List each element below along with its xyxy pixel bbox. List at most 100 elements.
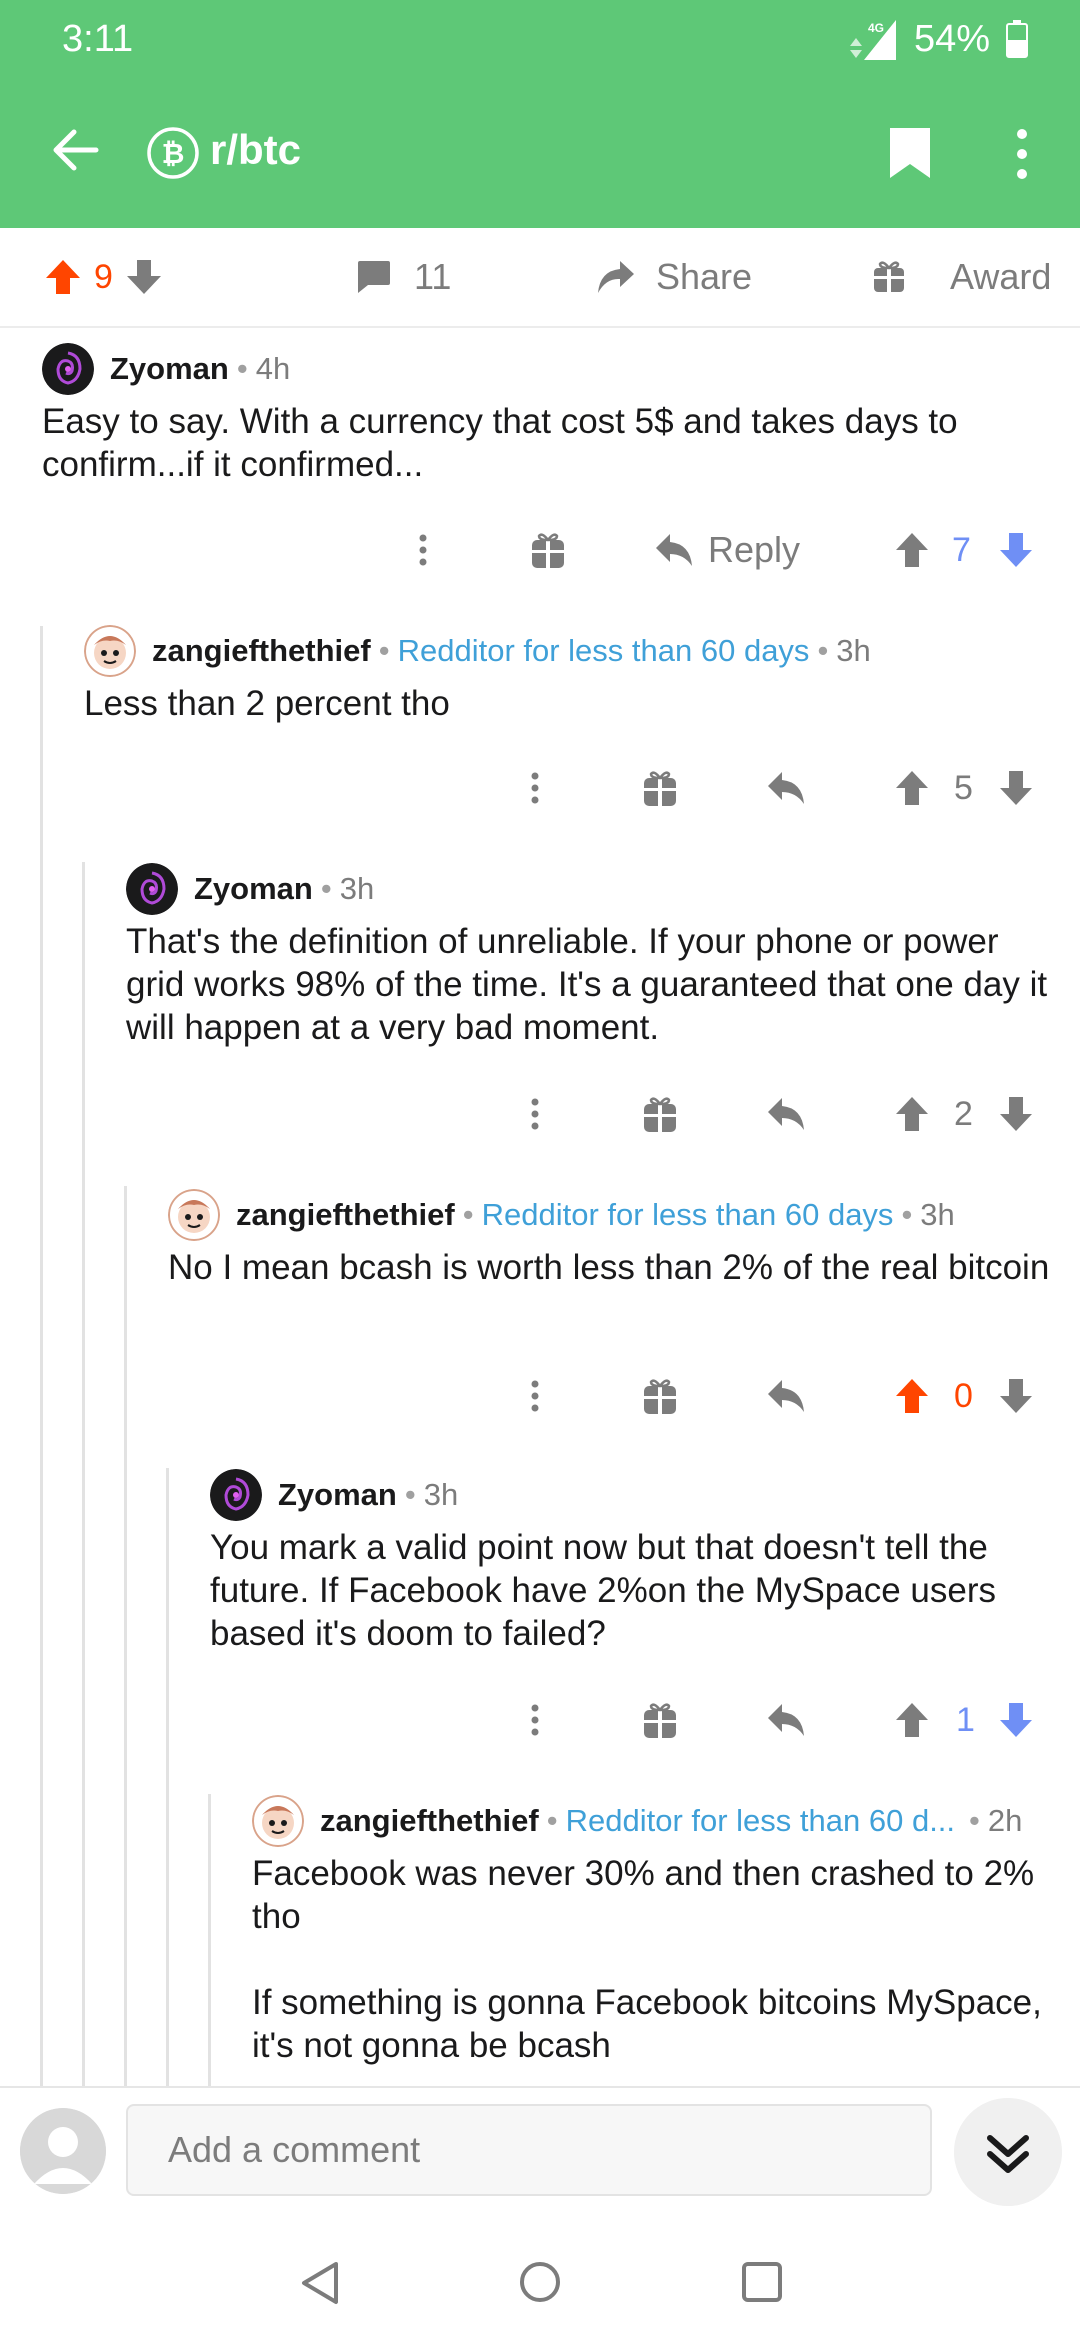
avatar[interactable] xyxy=(126,863,178,915)
gift-icon[interactable] xyxy=(642,1690,678,1750)
upvote-icon[interactable] xyxy=(894,1366,930,1426)
thread-line[interactable] xyxy=(40,626,43,2086)
downvote-icon[interactable] xyxy=(998,520,1034,580)
comment-icon xyxy=(358,261,390,293)
comment-author[interactable]: Zyoman xyxy=(278,1477,397,1513)
avatar[interactable] xyxy=(168,1189,220,1241)
thread-line[interactable] xyxy=(166,1468,169,2086)
nav-back-icon[interactable] xyxy=(298,2260,342,2306)
comment-actions: 0 xyxy=(0,1366,1080,1426)
app-header: 3:11 4G 54% ₿ r/btc xyxy=(0,0,1080,228)
comment-score: 2 xyxy=(954,1094,973,1133)
gift-icon[interactable] xyxy=(530,520,566,580)
gift-icon[interactable] xyxy=(642,1366,678,1426)
downvote-icon[interactable] xyxy=(125,258,163,296)
subreddit-name[interactable]: r/btc xyxy=(210,126,301,174)
comment-actions: 2 xyxy=(0,1084,1080,1144)
bookmark-icon[interactable] xyxy=(888,126,932,180)
separator-dot: • xyxy=(817,633,829,668)
avatar[interactable] xyxy=(252,1795,304,1847)
avatar[interactable] xyxy=(210,1469,262,1521)
status-time: 3:11 xyxy=(62,18,134,60)
more-icon[interactable] xyxy=(520,1690,550,1750)
separator-dot: • xyxy=(901,1197,913,1232)
upvote-icon[interactable] xyxy=(894,758,930,818)
chevron-double-down-icon[interactable] xyxy=(954,2098,1062,2206)
comment-header: Zyoman • 4h xyxy=(42,342,1042,396)
comment-body: You mark a valid point now but that does… xyxy=(210,1528,996,1653)
more-icon[interactable] xyxy=(408,520,438,580)
reply-icon[interactable] xyxy=(766,1084,806,1144)
upvote-icon[interactable] xyxy=(894,520,930,580)
thread-line[interactable] xyxy=(82,862,85,2086)
comment-composer-bar: Add a comment xyxy=(0,2086,1080,2222)
downvote-icon[interactable] xyxy=(998,758,1034,818)
more-icon[interactable] xyxy=(520,758,550,818)
comment-author[interactable]: zangiefthethief xyxy=(236,1197,455,1233)
avatar[interactable] xyxy=(84,625,136,677)
nav-recents-icon[interactable] xyxy=(740,2260,784,2304)
comment-header: zangiefthethief • Redditor for less than… xyxy=(252,1794,1062,1848)
comment: zangiefthethief • Redditor for less than… xyxy=(168,1188,1068,1289)
comment-age: 3h xyxy=(920,1197,955,1232)
signal-icon: 4G xyxy=(849,20,896,60)
back-arrow-icon[interactable] xyxy=(48,124,100,176)
comment-score: 7 xyxy=(952,530,971,569)
downvote-icon[interactable] xyxy=(998,1690,1034,1750)
reply-icon[interactable] xyxy=(766,1690,806,1750)
comment-header: zangiefthethief • Redditor for less than… xyxy=(84,624,1044,678)
award-label: Award xyxy=(950,256,1052,297)
separator-dot: • xyxy=(320,871,332,906)
downvote-icon[interactable] xyxy=(998,1084,1034,1144)
bitcoin-icon: ₿ xyxy=(147,127,199,179)
thread-line[interactable] xyxy=(208,1794,211,2086)
comment-score: 0 xyxy=(954,1376,973,1415)
comment-author[interactable]: zangiefthethief xyxy=(320,1803,539,1839)
comment-author[interactable]: Zyoman xyxy=(110,351,229,387)
comment-header: zangiefthethief • Redditor for less than… xyxy=(168,1188,1068,1242)
award-button[interactable]: Award xyxy=(872,228,1051,326)
more-icon[interactable] xyxy=(520,1366,550,1426)
upvote-icon[interactable] xyxy=(894,1690,930,1750)
reply-button[interactable]: Reply xyxy=(654,520,800,580)
gift-icon[interactable] xyxy=(642,758,678,818)
comment-age: 3h xyxy=(836,633,871,668)
reply-icon xyxy=(656,534,692,566)
comment-score: 1 xyxy=(956,1700,975,1739)
comment-author[interactable]: zangiefthethief xyxy=(152,633,371,669)
more-icon[interactable] xyxy=(1008,124,1036,184)
post-vote: 9 xyxy=(44,228,163,326)
status-icons: 4G 54% xyxy=(844,16,1028,62)
separator-dot: • xyxy=(546,1803,558,1838)
comment-author[interactable]: Zyoman xyxy=(194,871,313,907)
avatar[interactable] xyxy=(42,343,94,395)
comment-input-placeholder: Add a comment xyxy=(168,2129,421,2170)
comment: Zyoman • 3h That's the definition of unr… xyxy=(126,862,1056,1049)
gift-icon[interactable] xyxy=(642,1084,678,1144)
user-avatar[interactable] xyxy=(20,2108,106,2194)
comment-age: 3h xyxy=(339,871,375,906)
upvote-icon[interactable] xyxy=(894,1084,930,1144)
comment: zangiefthethief • Redditor for less than… xyxy=(84,624,1044,725)
downvote-icon[interactable] xyxy=(998,1366,1034,1426)
post-score: 9 xyxy=(94,257,113,296)
system-nav-bar xyxy=(0,2220,1080,2340)
battery-icon xyxy=(1006,20,1028,58)
reply-label: Reply xyxy=(708,529,801,570)
comment-age: 3h xyxy=(423,1477,459,1512)
comment-body-paragraph: If something is gonna Facebook bitcoins … xyxy=(252,1983,1042,2065)
more-icon[interactable] xyxy=(520,1084,550,1144)
nav-home-icon[interactable] xyxy=(518,2260,562,2304)
reply-icon[interactable] xyxy=(766,758,806,818)
comment-header: Zyoman • 3h xyxy=(210,1468,1050,1522)
reply-icon[interactable] xyxy=(766,1366,806,1426)
svg-text:4G: 4G xyxy=(868,21,884,35)
comment-header: Zyoman • 3h xyxy=(126,862,1056,916)
thread-line[interactable] xyxy=(124,1186,127,2086)
comments-count[interactable]: 11 xyxy=(354,228,451,326)
share-button[interactable]: Share xyxy=(596,228,752,326)
comment-input[interactable]: Add a comment xyxy=(126,2104,932,2196)
separator-dot: • xyxy=(236,351,248,386)
upvote-icon[interactable] xyxy=(44,258,82,296)
comment: Zyoman • 3h You mark a valid point now b… xyxy=(210,1468,1050,1655)
